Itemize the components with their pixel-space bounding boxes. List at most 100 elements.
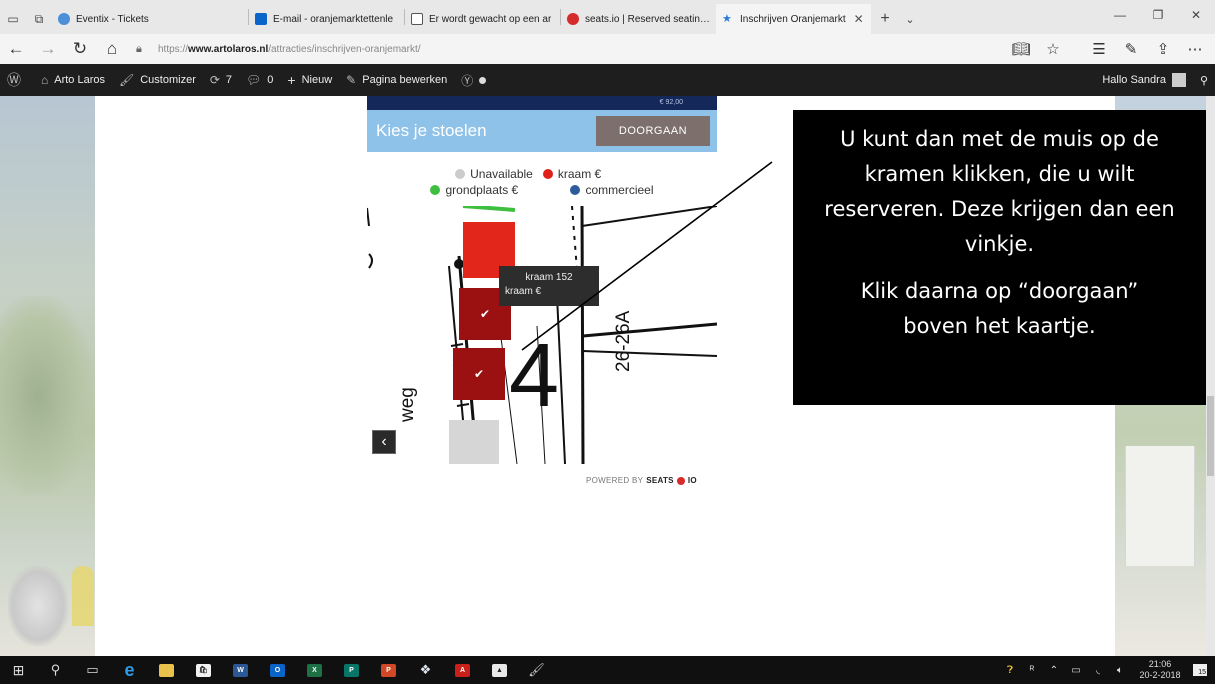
tab-label: Inschrijven Oranjemarkt (740, 13, 846, 25)
new-tab-icon[interactable]: + (871, 4, 899, 34)
checkmark-icon: ✔ (473, 367, 485, 381)
tab-seatsio[interactable]: seats.io | Reserved seating f (561, 4, 716, 34)
new-label: Nieuw (301, 74, 333, 86)
star-favicon-icon: ★ (722, 13, 732, 25)
dropbox-icon[interactable]: ❖ (407, 656, 444, 684)
favorite-star-icon[interactable]: ☆ (1037, 35, 1069, 63)
acrobat-icon[interactable]: A (444, 656, 481, 684)
legend-row: Unavailable kraam € (367, 166, 717, 182)
task-view-icon[interactable]: ▭ (74, 656, 111, 684)
search-icon[interactable]: ⚲ (37, 656, 74, 684)
action-center-icon[interactable]: 15 (1185, 656, 1215, 684)
choose-seats-bar: Kies je stoelen DOORGAAN (367, 110, 717, 152)
excel-icon[interactable]: X (296, 656, 333, 684)
forward-arrow-icon[interactable]: → (32, 35, 64, 63)
back-arrow-icon[interactable]: ← (0, 35, 32, 63)
tab-label: Er wordt gewacht op een ar (429, 13, 552, 25)
background-photo-left (0, 96, 95, 656)
updates-link[interactable]: ⟳ 7 (203, 64, 239, 96)
file-explorer-icon[interactable] (148, 656, 185, 684)
comments-link[interactable]: 💬︎ 0 (239, 64, 280, 96)
paint-icon[interactable]: 🖌︎ (518, 656, 555, 684)
choose-seats-title: Kies je stoelen (376, 121, 487, 140)
clock[interactable]: 21:06 20-2-2018 (1135, 659, 1185, 681)
avatar (1171, 73, 1186, 87)
instruction-text: U kunt dan met de muis op de kramen klik… (824, 127, 1175, 256)
seatmap-canvas[interactable]: 4 26-26A weg ✔ ✔ kraam 152 kraam € ‹ (367, 206, 717, 464)
stall-unavailable (449, 420, 499, 464)
map-street-line (582, 322, 717, 338)
wifi-icon[interactable]: ◟ (1087, 665, 1109, 676)
chevron-left-icon[interactable]: ‹ (372, 430, 396, 454)
volume-icon[interactable]: 🔈︎ (1109, 665, 1131, 676)
yoast-icon: Ⓨ (461, 73, 474, 88)
address-bar[interactable]: 🔒︎ https://www.artolaros.nl/attracties/i… (136, 37, 976, 61)
share-icon[interactable]: ⇪ (1147, 35, 1179, 63)
yoast-seo-link[interactable]: Ⓨ (454, 64, 493, 96)
window-controls: — ❐ ✕ (1101, 0, 1215, 30)
refresh-icon[interactable]: ↻ (64, 35, 96, 63)
tab-email[interactable]: E-mail - oranjemarktettenle (249, 4, 404, 34)
minimize-icon[interactable]: — (1101, 0, 1139, 30)
seatmap-widget: € 92,00 Kies je stoelen DOORGAAN Unavail… (367, 96, 717, 496)
customizer-link[interactable]: 🖌︎ Customizer (112, 64, 203, 96)
web-note-icon[interactable]: ✎ (1115, 35, 1147, 63)
kraam-dot-icon (542, 169, 553, 179)
tab-inschrijven[interactable]: ★ Inschrijven Oranjemarkt ✕ (716, 4, 871, 34)
outlook-icon[interactable]: O (259, 656, 296, 684)
photos-icon[interactable]: ▲ (481, 656, 518, 684)
show-tab-previews-icon[interactable]: ⧉ (26, 4, 52, 34)
outlook-favicon-icon (255, 13, 267, 25)
admin-search-icon[interactable]: ⚲ (1193, 64, 1215, 96)
windows-start-icon[interactable]: ⊞ (0, 656, 37, 684)
proceed-button[interactable]: DOORGAAN (596, 116, 710, 146)
battery-icon[interactable]: ▭ (1065, 665, 1087, 676)
store-icon[interactable]: 🛍︎ (185, 656, 222, 684)
legend-item-commercieel: commercieel (570, 183, 654, 197)
windows-taskbar: ⊞ ⚲ ▭ e 🛍︎ W O X P P ❖ A ▲ 🖌︎ ❓︎ ᴿ ⌃ ▭ ◟… (0, 656, 1215, 684)
people-icon[interactable]: ᴿ (1021, 665, 1043, 676)
legend-item-unavailable: Unavailable (455, 167, 533, 181)
wordpress-logo-icon[interactable]: Ⓦ (0, 64, 34, 96)
map-street-name: weg (397, 387, 418, 423)
tabs-aside-icon[interactable]: ▭ (0, 4, 26, 34)
page-content: € 92,00 Kies je stoelen DOORGAAN Unavail… (0, 96, 1215, 656)
home-icon[interactable]: ⌂ (96, 35, 128, 63)
powered-by-seatsio[interactable]: POWERED BY SEATS IO (586, 476, 697, 485)
stall-kraam-selected[interactable]: ✔ (453, 348, 505, 400)
legend-item-grondplaats: grondplaats € (430, 183, 560, 197)
publisher-icon[interactable]: P (333, 656, 370, 684)
tooltip-stall-name: kraam 152 (525, 272, 573, 283)
page-scrollbar[interactable] (1206, 96, 1215, 656)
customizer-label: Customizer (140, 74, 196, 86)
powerpoint-icon[interactable]: P (370, 656, 407, 684)
edge-browser-icon[interactable]: e (111, 656, 148, 684)
site-name-link[interactable]: ⌂ Arto Laros (34, 64, 112, 96)
favorites-hub-icon[interactable]: ☰ (1083, 35, 1115, 63)
new-content-link[interactable]: + Nieuw (280, 64, 339, 96)
notification-count: 15 (1193, 664, 1207, 676)
url-path: /attracties/inschrijven-oranjemarkt/ (268, 43, 421, 55)
tab-waiting[interactable]: Er wordt gewacht op een ar (405, 4, 560, 34)
tab-eventix[interactable]: Eventix - Tickets (52, 4, 248, 34)
eventix-favicon-icon (58, 13, 70, 25)
tab-label: Eventix - Tickets (76, 13, 149, 25)
scrollbar-thumb[interactable] (1207, 396, 1214, 476)
comment-icon: 💬︎ (246, 73, 262, 87)
help-icon[interactable]: ❓︎ (999, 665, 1021, 676)
seatsio-favicon-icon (567, 13, 579, 25)
map-stall-range-label: 26-26A (613, 310, 634, 372)
background-yellow-shape (72, 566, 94, 626)
close-window-icon[interactable]: ✕ (1177, 0, 1215, 30)
legend-row: grondplaats € commercieel (367, 182, 717, 198)
system-tray: ❓︎ ᴿ ⌃ ▭ ◟ 🔈︎ 21:06 20-2-2018 15 (999, 656, 1215, 684)
restore-icon[interactable]: ❐ (1139, 0, 1177, 30)
chevron-up-icon[interactable]: ⌃ (1043, 665, 1065, 676)
word-icon[interactable]: W (222, 656, 259, 684)
close-tab-icon[interactable]: ✕ (854, 12, 864, 26)
more-icon[interactable]: ⋯ (1179, 35, 1211, 63)
reading-view-icon[interactable]: 📖︎ (1005, 35, 1037, 63)
chevron-down-icon[interactable]: ⌄ (899, 4, 921, 34)
my-account-link[interactable]: Hallo Sandra (1095, 64, 1193, 96)
edit-page-link[interactable]: ✎ Pagina bewerken (339, 64, 454, 96)
